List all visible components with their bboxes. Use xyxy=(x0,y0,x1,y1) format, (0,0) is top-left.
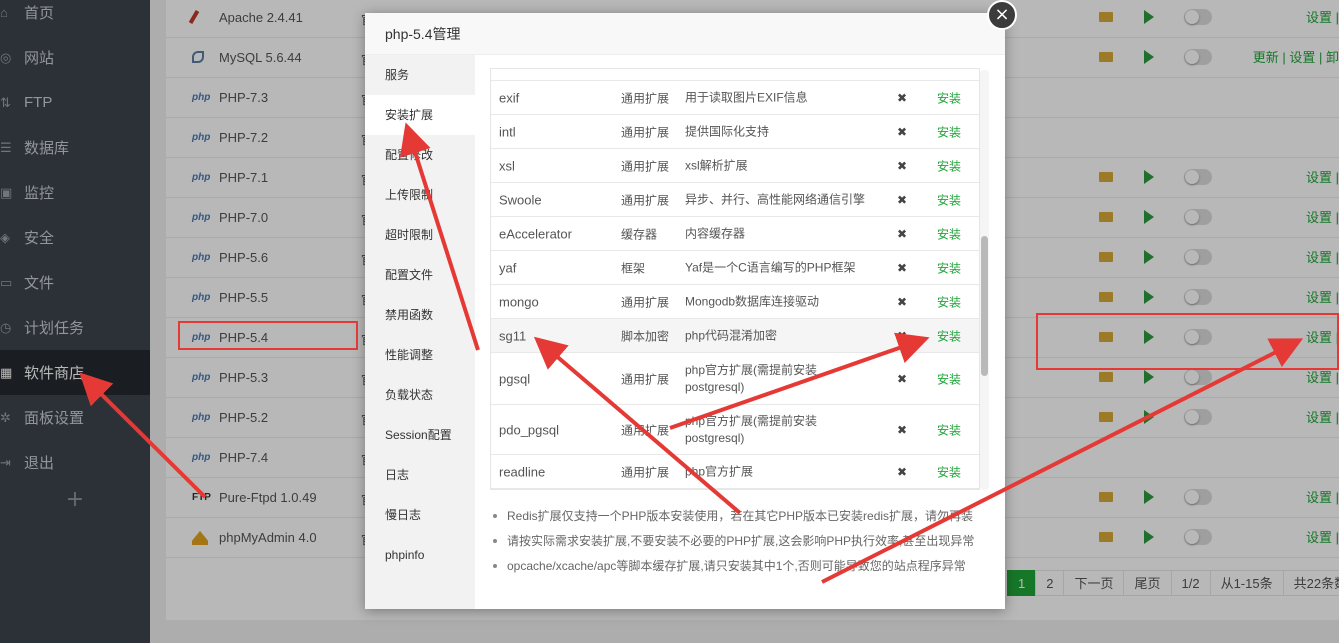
arrow-to-software-store xyxy=(79,372,207,499)
annotation-arrows xyxy=(79,122,1304,584)
arrow-to-install-ext-tab xyxy=(400,122,480,351)
arrow-to-install-button xyxy=(669,332,930,430)
arrow-to-settings xyxy=(821,338,1304,584)
arrow-to-sg11 xyxy=(533,336,742,515)
